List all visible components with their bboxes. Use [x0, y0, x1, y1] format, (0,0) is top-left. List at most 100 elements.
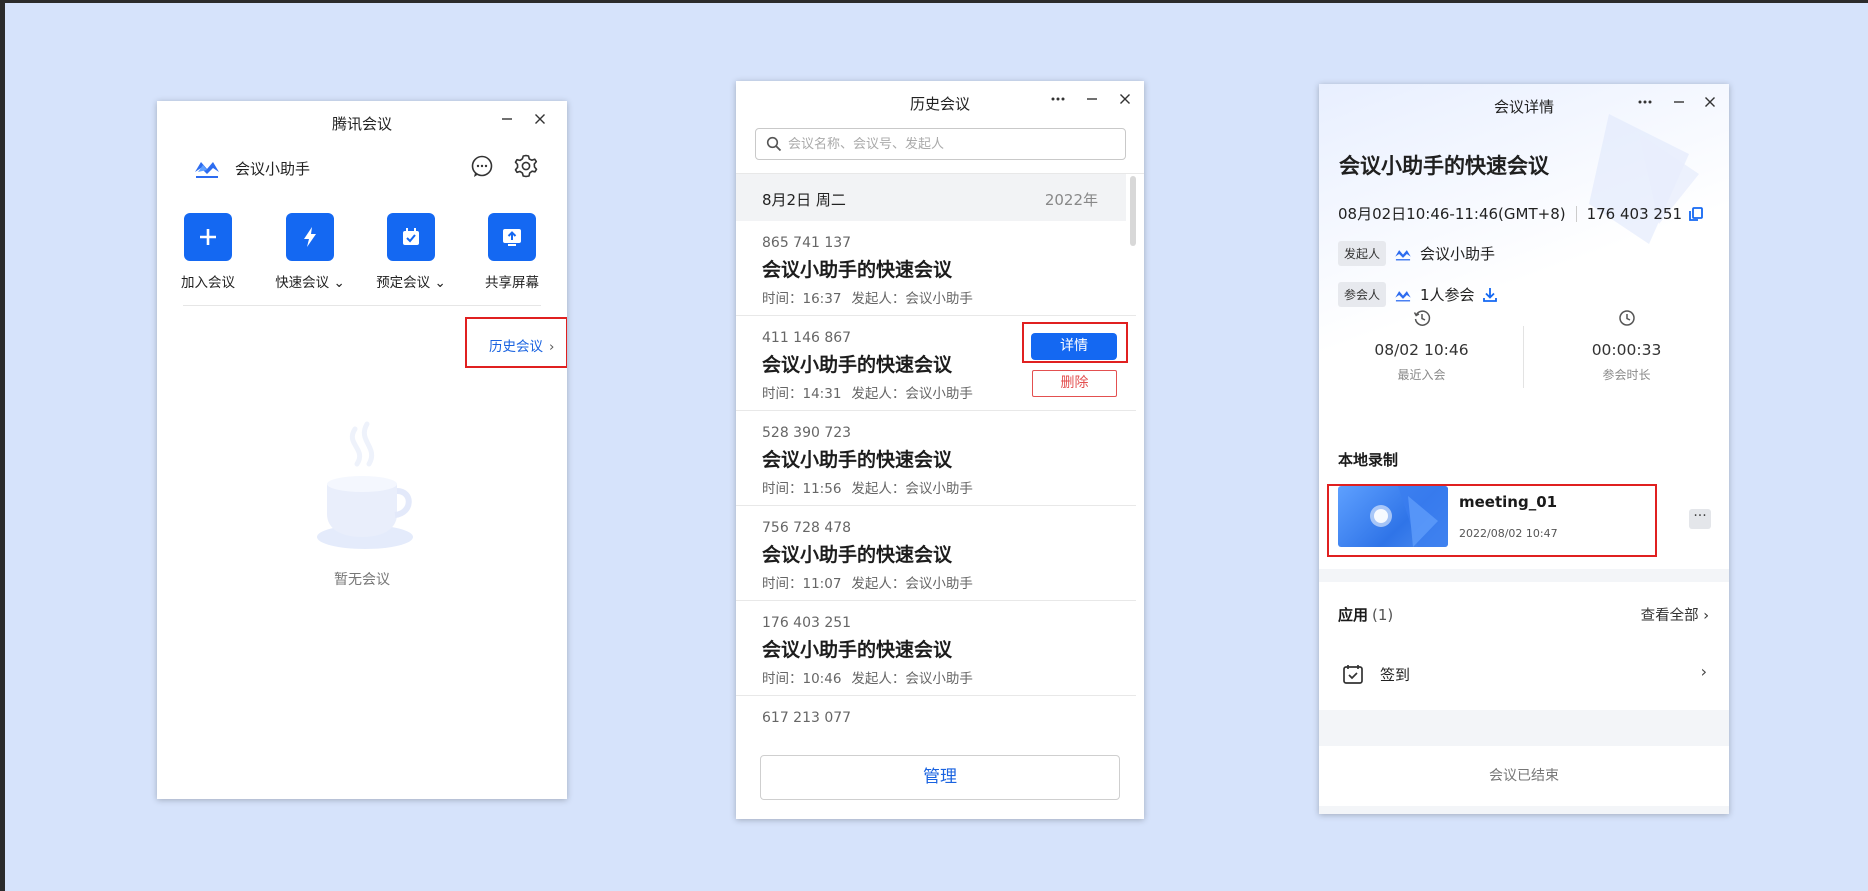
- participants-count: 1人参会: [1420, 286, 1475, 304]
- meeting-id: 756 728 478: [762, 520, 852, 536]
- meeting-detail-window: 会议详情 会议小助手的快速会议 08月02日10:46-11:46(GMT+8)…: [1319, 84, 1729, 814]
- meeting-id: 411 146 867: [762, 330, 852, 346]
- host-row: 发起人 会议小助手: [1338, 241, 1495, 266]
- delete-button[interactable]: 删除: [1032, 370, 1117, 397]
- host-tag: 发起人: [1338, 241, 1387, 266]
- meeting-row[interactable]: 756 728 478 会议小助手的快速会议 时间：11:07 发起人：会议小助手: [736, 506, 1136, 601]
- highlight-box: [465, 317, 567, 368]
- meeting-stats: 08/02 10:46 最近入会 00:00:33 参会时长: [1319, 309, 1729, 399]
- meeting-time: 时间：16:37: [762, 291, 842, 307]
- meeting-name: 会议小助手的快速会议: [762, 639, 953, 661]
- history-titlebar: 历史会议: [736, 81, 1144, 121]
- last-join-value: 08/02 10:46: [1374, 341, 1469, 359]
- meeting-ended-status: 会议已结束: [1319, 746, 1729, 806]
- meeting-id: 865 741 137: [762, 235, 852, 251]
- meeting-time-range: 08月02日10:46-11:46(GMT+8): [1338, 205, 1566, 223]
- schedule-meeting-label: 预定会议: [376, 275, 431, 291]
- tencent-meeting-logo-icon: [195, 162, 219, 178]
- main-window: 腾讯会议 会议小助手 加入会议 快速会议 ⌄ 预定会议 ⌄ 共享屏幕 历史会议 …: [157, 101, 567, 799]
- more-icon[interactable]: [1048, 89, 1068, 109]
- meeting-name: 会议小助手的快速会议: [762, 354, 953, 376]
- quick-actions: 加入会议 快速会议 ⌄ 预定会议 ⌄ 共享屏幕: [157, 213, 567, 293]
- chevron-right-icon: ›: [1703, 608, 1709, 624]
- meeting-row[interactable]: 528 390 723 会议小助手的快速会议 时间：11:56 发起人：会议小助手: [736, 411, 1136, 506]
- join-meeting-label: 加入会议: [181, 275, 235, 291]
- signin-calendar-icon: [1343, 665, 1363, 684]
- minimize-icon[interactable]: [1082, 89, 1102, 109]
- date-label: 8月2日 周二: [762, 191, 846, 209]
- recording-more-icon[interactable]: ···: [1689, 509, 1711, 529]
- manage-button[interactable]: 管理: [760, 755, 1120, 800]
- meeting-number: 176 403 251: [1586, 204, 1683, 223]
- meeting-row[interactable]: 865 741 137 会议小助手的快速会议 时间：16:37 发起人：会议小助手: [736, 221, 1136, 316]
- apps-count: (1): [1372, 606, 1394, 624]
- meeting-row[interactable]: 617 213 077: [736, 696, 1136, 733]
- signin-label: 签到: [1380, 666, 1411, 684]
- host-name: 会议小助手: [1420, 245, 1496, 263]
- schedule-meeting-button[interactable]: 预定会议 ⌄: [366, 213, 456, 291]
- history-window: 历史会议 8月2日 周二 2022年 865 741 137 会议小助手的快速会…: [736, 81, 1144, 819]
- search-input[interactable]: [788, 136, 1108, 152]
- meeting-name: 会议小助手的快速会议: [762, 259, 953, 281]
- chevron-down-icon: ⌄: [434, 275, 446, 291]
- minimize-icon[interactable]: [1669, 92, 1689, 112]
- meeting-list[interactable]: 8月2日 周二 2022年 865 741 137 会议小助手的快速会议 时间：…: [736, 173, 1144, 733]
- meeting-time: 时间：10:46: [762, 671, 842, 687]
- copy-icon[interactable]: [1688, 206, 1704, 222]
- highlight-box: [1022, 322, 1128, 363]
- download-icon[interactable]: [1481, 286, 1499, 304]
- quick-meeting-label: 快速会议: [275, 275, 330, 291]
- participants-row: 参会人 1人参会: [1338, 282, 1499, 307]
- settings-gear-icon[interactable]: [513, 153, 539, 179]
- signin-app-item[interactable]: 签到 ›: [1319, 652, 1729, 696]
- close-icon[interactable]: [530, 109, 550, 129]
- meeting-name: 会议小助手的快速会议: [762, 449, 953, 471]
- empty-state-text: 暂无会议: [334, 572, 390, 588]
- close-icon[interactable]: [1700, 92, 1720, 112]
- tencent-meeting-logo-icon: [1395, 290, 1411, 301]
- plus-icon: [184, 213, 232, 261]
- close-icon[interactable]: [1115, 89, 1135, 109]
- join-meeting-button[interactable]: 加入会议: [163, 213, 253, 291]
- scrollbar-thumb[interactable]: [1130, 176, 1136, 246]
- duration-stat: 00:00:33 参会时长: [1524, 309, 1729, 383]
- share-screen-button[interactable]: 共享屏幕: [467, 213, 557, 291]
- screen-left-border: [0, 0, 5, 891]
- year-label: 2022年: [1044, 191, 1098, 209]
- stat-divider: [1523, 326, 1524, 388]
- share-screen-label: 共享屏幕: [485, 275, 539, 291]
- meeting-row[interactable]: 411 146 867 会议小助手的快速会议 时间：14:31 发起人：会议小助手…: [736, 316, 1136, 411]
- calendar-check-icon: [387, 213, 435, 261]
- minimize-icon[interactable]: [497, 109, 517, 129]
- share-screen-icon: [488, 213, 536, 261]
- duration-value: 00:00:33: [1591, 341, 1662, 359]
- user-profile[interactable]: 会议小助手: [193, 153, 310, 183]
- message-icon[interactable]: [469, 153, 495, 179]
- local-recording-title: 本地录制: [1338, 451, 1399, 469]
- header-icons: [469, 153, 539, 179]
- view-all-link[interactable]: 查看全部 ›: [1641, 604, 1709, 625]
- view-all-label: 查看全部: [1640, 608, 1699, 624]
- meeting-time-row: 08月02日10:46-11:46(GMT+8) 176 403 251: [1338, 203, 1704, 224]
- empty-coffee-cup-icon: [317, 421, 413, 549]
- last-join-stat: 08/02 10:46 最近入会: [1319, 309, 1524, 383]
- meeting-row[interactable]: 176 403 251 会议小助手的快速会议 时间：10:46 发起人：会议小助手: [736, 601, 1136, 696]
- meeting-host: 发起人：会议小助手: [851, 671, 973, 687]
- more-icon[interactable]: [1635, 92, 1655, 112]
- screen-top-border: [0, 0, 1868, 3]
- quick-meeting-button[interactable]: 快速会议 ⌄: [265, 213, 355, 291]
- highlight-box: [1327, 484, 1657, 557]
- separator: [1575, 205, 1577, 222]
- meeting-host: 发起人：会议小助手: [851, 386, 973, 402]
- last-join-label: 最近入会: [1397, 368, 1446, 382]
- duration-label: 参会时长: [1602, 368, 1651, 382]
- meeting-time: 时间：11:56: [762, 481, 842, 497]
- search-box[interactable]: [755, 128, 1126, 160]
- meeting-id: 528 390 723: [762, 425, 852, 441]
- meeting-name: 会议小助手的快速会议: [762, 544, 953, 566]
- meeting-title: 会议小助手的快速会议: [1339, 154, 1549, 178]
- chevron-right-icon: ›: [1700, 662, 1707, 681]
- meeting-id: 176 403 251: [762, 615, 852, 631]
- tencent-meeting-logo-icon: [1395, 249, 1411, 260]
- lightning-icon: [286, 213, 334, 261]
